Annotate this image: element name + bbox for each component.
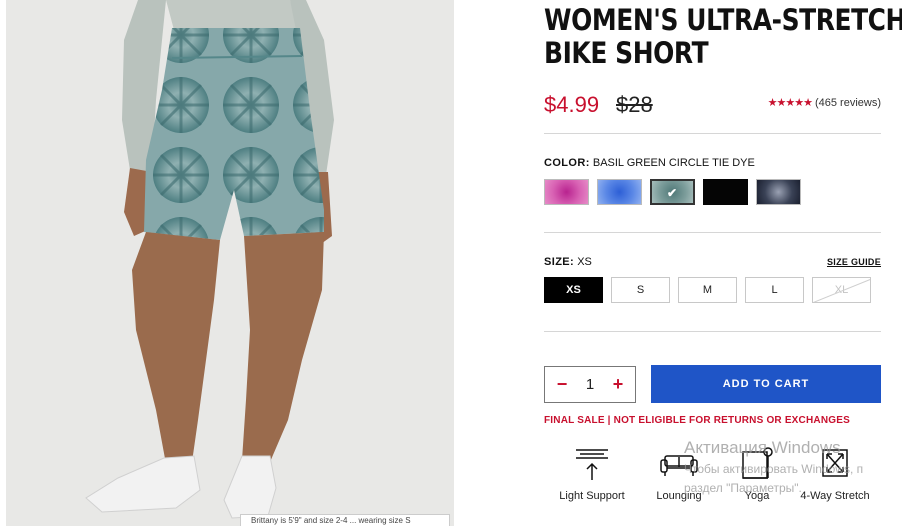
rating[interactable]: ★★★★★ (465 reviews) [768, 96, 881, 109]
feature-yoga: Yoga [717, 444, 797, 502]
size-option-m[interactable]: M [678, 277, 737, 303]
feature-lounging: Lounging [639, 444, 719, 502]
feature-label: Lounging [656, 490, 702, 502]
size-options: XS S M L XL [544, 277, 871, 303]
product-title: WOMEN'S ULTRA-STRETCH BIKE SHORT [544, 3, 902, 70]
product-title-line1: WOMEN'S ULTRA-STRETCH [544, 3, 902, 37]
check-icon: ✔ [667, 186, 678, 200]
decrease-quantity-button[interactable]: − [555, 374, 569, 395]
photo-caption: Brittany is 5'9" and size 2-4 ... wearin… [240, 514, 450, 526]
light-support-icon [576, 449, 608, 480]
size-guide-link[interactable]: SIZE GUIDE [827, 257, 881, 267]
feature-light-support: Light Support [552, 444, 632, 502]
size-option-s[interactable]: S [611, 277, 670, 303]
feature-label: Yoga [744, 490, 770, 502]
review-count[interactable]: (465 reviews) [815, 97, 881, 109]
four-way-stretch-icon [822, 449, 848, 477]
original-price: $28 [616, 92, 653, 117]
model-illustration [85, 0, 334, 519]
sofa-icon [660, 455, 698, 476]
feature-four-way-stretch: 4-Way Stretch [795, 444, 875, 502]
divider [544, 133, 881, 134]
size-option-xs[interactable]: XS [544, 277, 603, 303]
size-label-row: SIZE: XS [544, 256, 592, 268]
quantity-stepper: − 1 + [544, 366, 636, 403]
swatch-basil-green-tie-dye[interactable]: ✔ [650, 179, 695, 205]
product-photo[interactable]: Brittany is 5'9" and size 2-4 ... wearin… [6, 0, 454, 526]
color-swatches: ✔ [544, 179, 801, 205]
size-option-xl[interactable]: XL [812, 277, 871, 303]
sale-price: $4.99 [544, 92, 600, 117]
add-to-cart-button[interactable]: ADD TO CART [651, 365, 881, 403]
feature-label: 4-Way Stretch [800, 490, 870, 502]
selected-color-name: BASIL GREEN CIRCLE TIE DYE [592, 157, 755, 169]
swatch-magenta[interactable] [544, 179, 589, 205]
swatch-blue[interactable] [597, 179, 642, 205]
selected-size: XS [577, 256, 592, 268]
divider [544, 232, 881, 233]
feature-label: Light Support [559, 490, 625, 502]
size-option-l[interactable]: L [745, 277, 804, 303]
size-label: SIZE: [544, 256, 575, 268]
product-title-line2: BIKE SHORT [544, 36, 709, 70]
price-row: $4.99 $28 ★★★★★ (465 reviews) [544, 92, 882, 122]
swatch-navy[interactable] [756, 179, 801, 205]
final-sale-notice: FINAL SALE | NOT ELIGIBLE FOR RETURNS OR… [544, 415, 850, 426]
color-label-row: COLOR: BASIL GREEN CIRCLE TIE DYE [544, 157, 755, 169]
quantity-value[interactable]: 1 [586, 376, 594, 393]
divider [544, 331, 881, 332]
feature-icons: Light Support Lounging Yoga 4-Way Stretc… [552, 444, 882, 510]
yoga-mat-icon [742, 447, 773, 479]
increase-quantity-button[interactable]: + [611, 374, 625, 395]
swatch-black[interactable] [703, 179, 748, 205]
rating-stars-icon: ★★★★★ [767, 97, 813, 109]
color-label: COLOR: [544, 157, 590, 169]
